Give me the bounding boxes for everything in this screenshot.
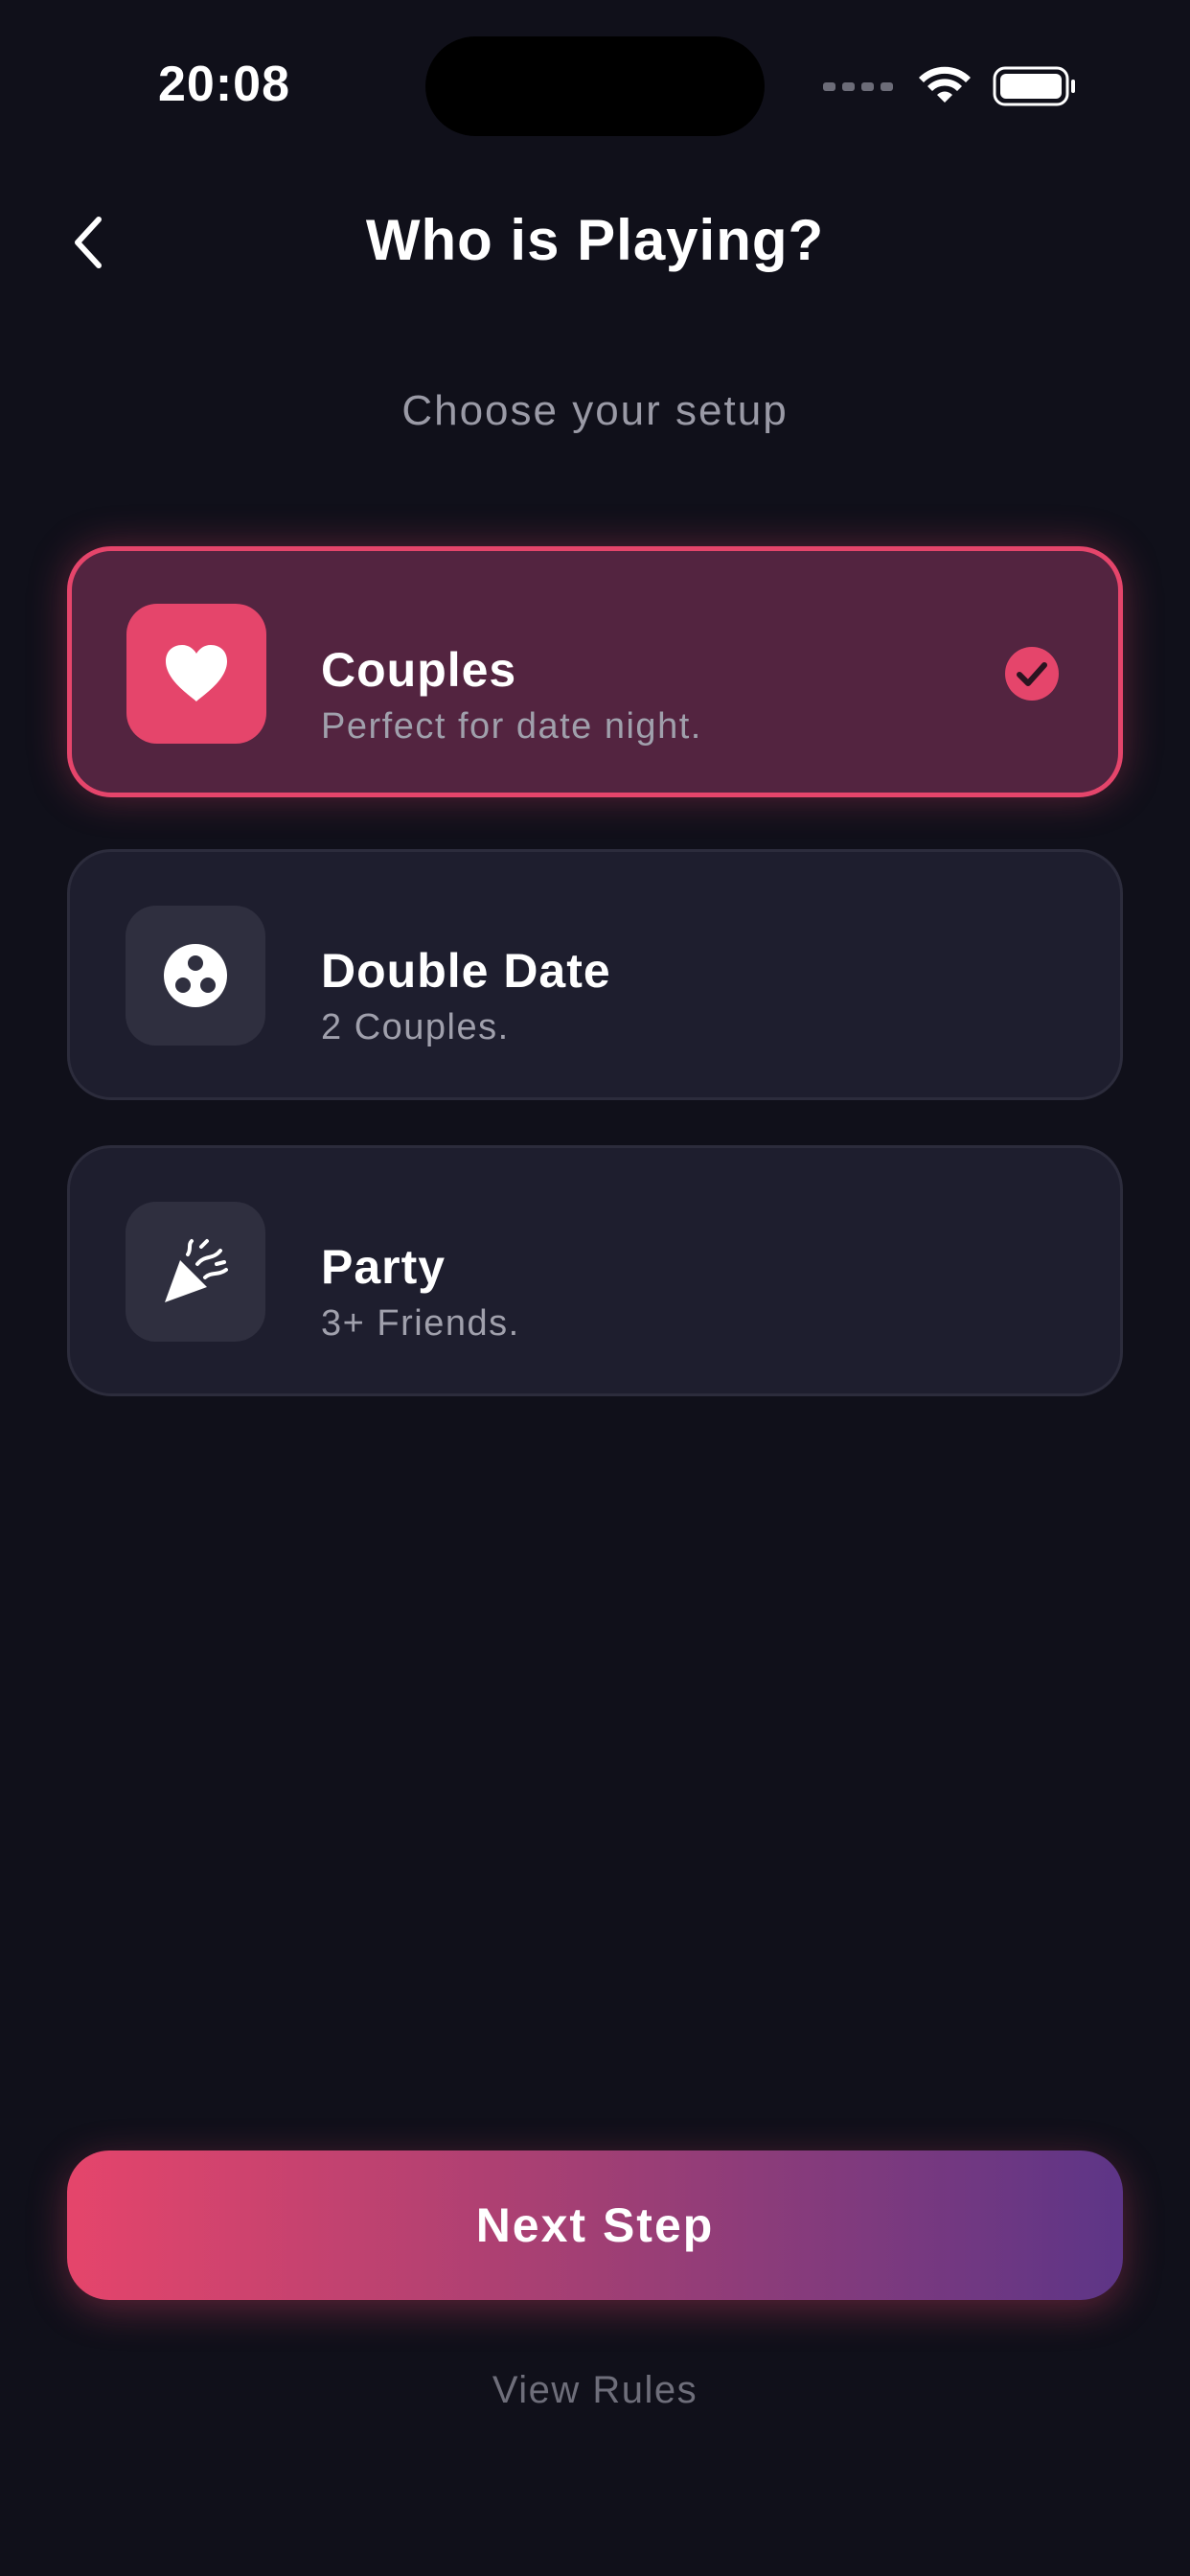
screen: 20:08 Who is Playing? Choose your setup <box>0 0 1190 2576</box>
option-description: 2 Couples. <box>321 1007 510 1047</box>
next-step-button[interactable]: Next Step <box>67 2150 1123 2300</box>
wifi-icon <box>919 66 971 103</box>
option-text: Double Date 2 Couples. <box>321 944 611 1048</box>
option-title: Couples <box>321 643 517 697</box>
option-card-couples[interactable]: Couples Perfect for date night. <box>67 546 1123 797</box>
option-description: 3+ Friends. <box>321 1303 520 1344</box>
option-title: Party <box>321 1240 446 1294</box>
option-card-double-date[interactable]: Double Date 2 Couples. <box>67 849 1123 1100</box>
option-text: Party 3+ Friends. <box>321 1240 520 1345</box>
option-icon-box <box>126 604 266 744</box>
battery-icon <box>993 66 1075 106</box>
option-text: Couples Perfect for date night. <box>321 643 702 748</box>
view-rules-link[interactable]: View Rules <box>0 2369 1190 2412</box>
option-description: Perfect for date night. <box>321 706 702 747</box>
option-title: Double Date <box>321 944 611 998</box>
dynamic-island <box>425 36 765 136</box>
status-time: 20:08 <box>158 57 290 112</box>
page-subtitle: Choose your setup <box>401 387 789 434</box>
option-card-party[interactable]: Party 3+ Friends. <box>67 1145 1123 1396</box>
status-icons <box>823 63 1077 109</box>
page-title: Who is Playing? <box>365 208 825 272</box>
dice-icon <box>164 944 227 1007</box>
checkmark-circle-icon <box>1005 647 1059 701</box>
cellular-signal-icon <box>823 81 893 91</box>
option-icon-box <box>126 1202 265 1342</box>
option-icon-box <box>126 906 265 1046</box>
party-popper-icon <box>165 1239 228 1302</box>
heart-icon <box>166 645 227 702</box>
